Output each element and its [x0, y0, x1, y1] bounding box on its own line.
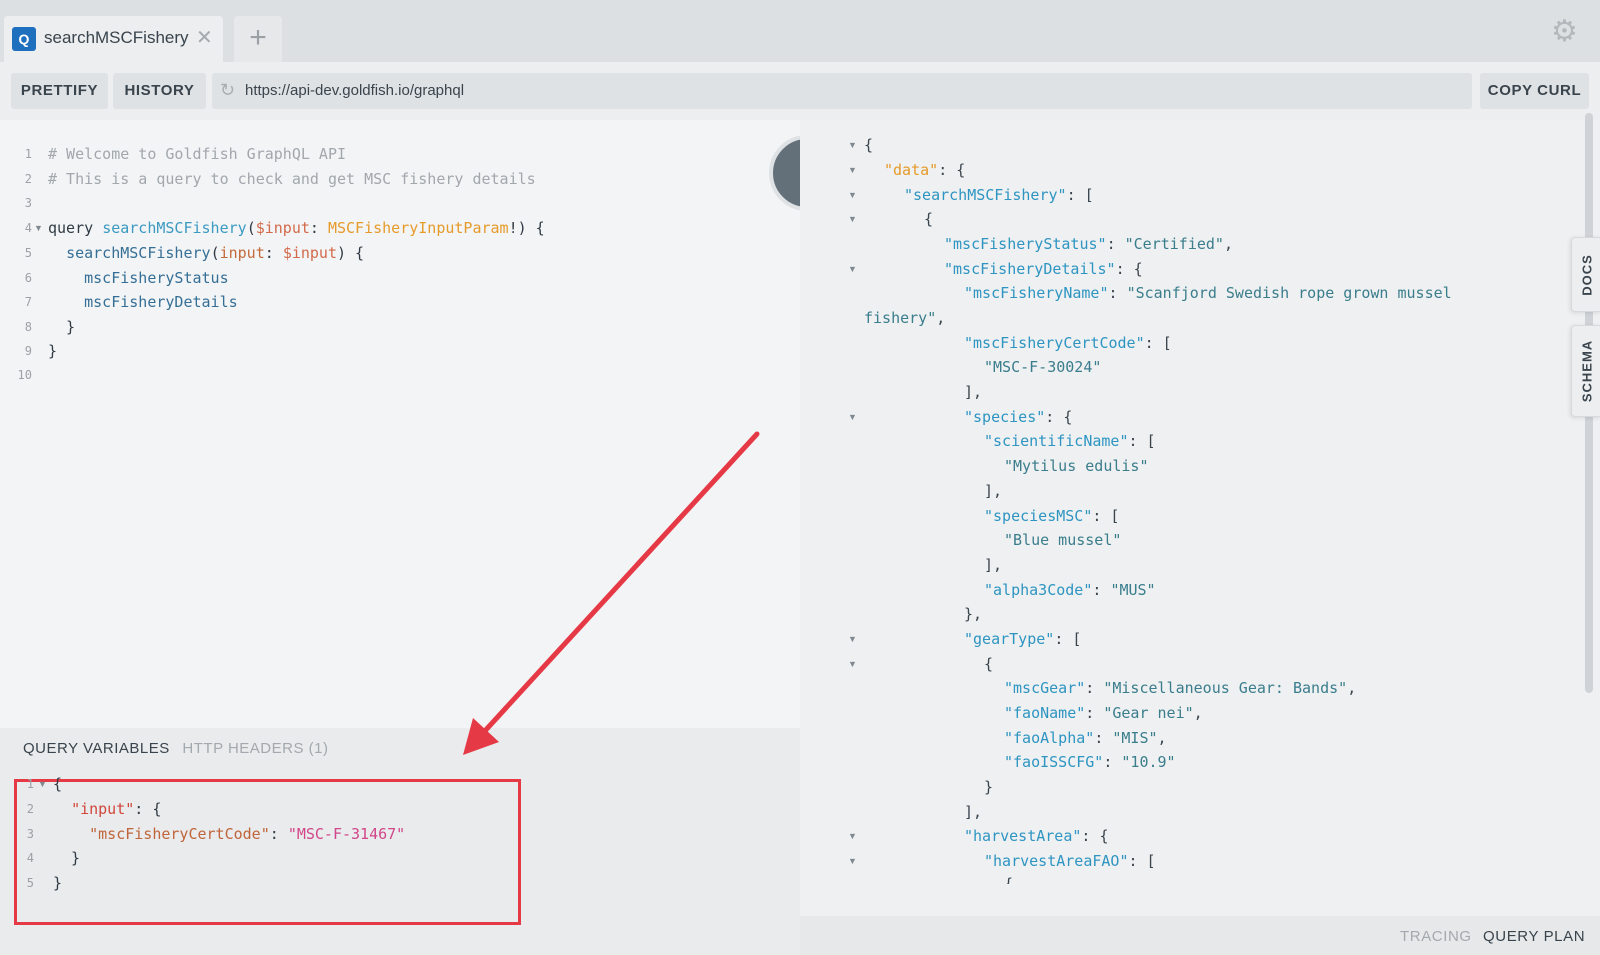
- json-value: "MIS": [1112, 729, 1158, 747]
- json-key: "faoISSCFG": [1004, 753, 1104, 771]
- json-key: "speciesMSC": [984, 507, 1093, 525]
- json-value: "Mytilus edulis": [1004, 457, 1149, 475]
- line-number: 1: [24, 147, 32, 161]
- json-value: "Blue mussel": [1004, 531, 1122, 549]
- copy-curl-button[interactable]: COPY CURL: [1480, 73, 1589, 109]
- result-viewer[interactable]: ▼ { ▼ "data": { ▼ "searchMSCFishery": [ …: [800, 120, 1600, 920]
- json-key: "scientificName": [984, 432, 1129, 450]
- query-plan-tab[interactable]: QUERY PLAN: [1483, 928, 1585, 945]
- param-variable: $input: [255, 219, 310, 237]
- operation-name: searchMSCFishery: [102, 219, 247, 237]
- json-value: "10.9": [1121, 753, 1176, 771]
- result-footer: TRACING QUERY PLAN: [800, 916, 1600, 955]
- arg-variable: $input: [282, 244, 337, 262]
- fold-arrow-icon[interactable]: ▼: [848, 133, 857, 158]
- json-value: "MSC-F-30024": [984, 358, 1102, 376]
- schema-tab-label: SCHEMA: [1579, 339, 1594, 403]
- line-number: 2: [24, 172, 32, 186]
- json-key: "faoAlpha": [1004, 729, 1095, 747]
- json-value: "Gear nei": [1103, 704, 1194, 722]
- gear-icon[interactable]: ⚙: [1551, 14, 1578, 49]
- json-value: "Scanfjord Swedish rope grown mussel: [1126, 284, 1452, 302]
- json-key: "harvestArea": [964, 827, 1082, 845]
- json-key: "alpha3Code": [984, 581, 1093, 599]
- root-field: searchMSCFishery: [66, 244, 211, 262]
- toolbar: PRETTIFY HISTORY ↻ https://api-dev.goldf…: [0, 62, 1600, 120]
- line-number: 5: [26, 876, 34, 890]
- endpoint-url-text: https://api-dev.goldfish.io/graphql: [245, 82, 465, 99]
- line-number: 8: [24, 320, 32, 334]
- line-number: 7: [24, 295, 32, 309]
- json-value: "Certified": [1124, 235, 1224, 253]
- fold-arrow-icon[interactable]: ▼: [848, 405, 857, 430]
- tab-title: searchMSCFishery: [44, 28, 189, 47]
- tab-http-headers[interactable]: HTTP HEADERS (1): [182, 740, 328, 757]
- fold-arrow-icon[interactable]: ▼: [848, 652, 857, 677]
- tab-bar: Q searchMSCFishery ✕ + ⚙: [0, 0, 1600, 62]
- tab-search-msc-fishery[interactable]: Q searchMSCFishery ✕: [4, 16, 223, 62]
- history-button[interactable]: HISTORY: [113, 73, 206, 109]
- selected-field: mscFisheryDetails: [84, 293, 238, 311]
- prettify-button[interactable]: PRETTIFY: [11, 73, 108, 109]
- variable-key: "input": [71, 800, 135, 818]
- fold-arrow-icon[interactable]: ▼: [848, 627, 857, 652]
- line-number: 6: [24, 271, 32, 285]
- json-key: "harvestAreaFAO": [984, 852, 1129, 870]
- line-number: 2: [26, 802, 34, 816]
- line-number: 3: [26, 827, 34, 841]
- fold-arrow-icon[interactable]: ▼: [848, 824, 857, 849]
- fold-arrow-icon[interactable]: ▼: [38, 772, 47, 797]
- fold-arrow-icon[interactable]: ▼: [848, 849, 857, 874]
- docs-tab-label: DOCS: [1579, 253, 1594, 296]
- query-tab-icon: Q: [12, 27, 36, 51]
- query-keyword: query: [48, 219, 94, 237]
- json-key: "mscFisheryStatus": [944, 235, 1107, 253]
- json-key: "species": [964, 408, 1046, 426]
- new-tab-button[interactable]: +: [234, 16, 282, 62]
- query-editor[interactable]: 1 # Welcome to Goldfish GraphQL API 2 # Th…: [0, 120, 800, 728]
- json-key: "data": [884, 161, 939, 179]
- fold-arrow-icon[interactable]: ▼: [848, 207, 857, 232]
- json-value: "MUS": [1110, 581, 1156, 599]
- variable-value: "MSC-F-31467": [287, 825, 406, 843]
- line-number: 4: [26, 851, 34, 865]
- json-value: "Miscellaneous Gear: Bands": [1103, 679, 1348, 697]
- json-value: fishery": [864, 309, 937, 327]
- json-key: "faoName": [1004, 704, 1086, 722]
- tab-query-variables[interactable]: QUERY VARIABLES: [23, 740, 170, 757]
- fold-arrow-icon[interactable]: ▼: [848, 183, 857, 208]
- line-number: 1: [26, 777, 34, 791]
- close-icon[interactable]: ✕: [196, 25, 213, 50]
- query-comment: # This is a query to check and get MSC f…: [48, 170, 536, 188]
- line-number: 3: [24, 196, 32, 210]
- json-key: "mscFisheryName": [964, 284, 1109, 302]
- arg-name: input: [219, 244, 265, 262]
- line-number: 10: [17, 368, 32, 382]
- json-key: "gearType": [964, 630, 1055, 648]
- line-number: 5: [24, 246, 32, 260]
- reload-icon[interactable]: ↻: [220, 80, 235, 101]
- fold-arrow-icon[interactable]: ▼: [848, 158, 857, 183]
- endpoint-url-field[interactable]: ↻ https://api-dev.goldfish.io/graphql: [212, 73, 1472, 109]
- json-key: "mscFisheryCertCode": [964, 334, 1145, 352]
- json-key: "mscGear": [1004, 679, 1086, 697]
- variable-key: "mscFisheryCertCode": [89, 825, 270, 843]
- variables-panel: QUERY VARIABLES HTTP HEADERS (1) 1 ▼{ 2 "…: [0, 728, 800, 955]
- line-number: 4: [24, 221, 32, 235]
- json-key: "mscFisheryDetails": [944, 260, 1116, 278]
- param-type: MSCFisheryInputParam: [327, 219, 509, 237]
- json-key: "searchMSCFishery": [904, 186, 1067, 204]
- fold-arrow-icon[interactable]: ▼: [848, 257, 857, 282]
- selected-field: mscFisheryStatus: [84, 269, 229, 287]
- fold-arrow-icon[interactable]: ▼: [34, 216, 43, 241]
- schema-tab[interactable]: SCHEMA: [1571, 325, 1600, 417]
- docs-tab[interactable]: DOCS: [1571, 237, 1600, 312]
- tracing-tab[interactable]: TRACING: [1400, 928, 1472, 945]
- query-comment: # Welcome to Goldfish GraphQL API: [48, 145, 347, 163]
- line-number: 9: [24, 344, 32, 358]
